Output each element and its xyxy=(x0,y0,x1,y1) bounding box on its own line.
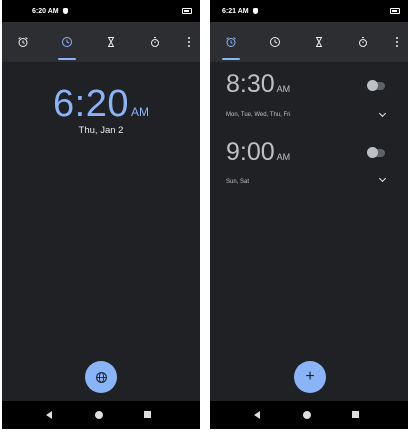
shield-icon xyxy=(252,8,258,14)
tab-bar xyxy=(210,22,408,62)
tab-bar xyxy=(2,22,200,62)
status-bar: 6:21 AM xyxy=(210,0,408,22)
recents-icon[interactable] xyxy=(144,411,151,418)
alarm-days: Mon, Tue, Wed, Thu, Fri xyxy=(226,112,291,118)
timer-icon xyxy=(316,37,322,47)
navigation-bar xyxy=(2,401,200,429)
tab-indicator xyxy=(58,58,76,60)
add-alarm-button[interactable]: + xyxy=(294,361,326,393)
timer-icon xyxy=(108,37,114,47)
shield-icon xyxy=(62,8,68,14)
alarm-days: Sun, Sat xyxy=(226,179,250,185)
clock-icon xyxy=(62,37,72,47)
tab-stopwatch[interactable] xyxy=(348,22,378,62)
home-icon[interactable] xyxy=(95,411,103,419)
chevron-down-icon[interactable] xyxy=(378,109,387,118)
toggle-knob xyxy=(367,147,378,158)
alarm-icon xyxy=(226,37,236,47)
alarm-toggle[interactable] xyxy=(367,80,385,91)
tab-timer[interactable] xyxy=(304,22,334,62)
navigation-bar xyxy=(210,401,408,429)
current-ampm: AM xyxy=(130,105,149,119)
home-icon[interactable] xyxy=(303,411,311,419)
clock-screen: 6:20 AM 6:20 AM Thu, Jan 2 xyxy=(2,0,200,429)
alarm-time: 9:00 AM xyxy=(226,138,290,167)
alarm-toggle[interactable] xyxy=(367,147,385,158)
alarm-ampm: AM xyxy=(276,152,291,162)
clock-icon xyxy=(270,37,280,47)
back-icon[interactable] xyxy=(46,411,52,419)
chevron-down-icon[interactable] xyxy=(378,174,387,183)
tab-alarm[interactable] xyxy=(8,22,38,62)
tab-clock[interactable] xyxy=(52,22,82,62)
status-time: 6:20 AM xyxy=(32,7,59,15)
alarm-time-value: 9:00 xyxy=(226,138,275,166)
alarm-time: 8:30 AM xyxy=(226,70,290,99)
toggle-knob xyxy=(367,80,378,91)
tab-stopwatch[interactable] xyxy=(140,22,170,62)
current-time: 6:20 xyxy=(53,83,129,125)
battery-icon xyxy=(390,8,400,14)
current-date: Thu, Jan 2 xyxy=(78,125,124,136)
back-icon[interactable] xyxy=(254,411,260,419)
tab-timer[interactable] xyxy=(96,22,126,62)
tab-alarm[interactable] xyxy=(216,22,246,62)
globe-icon xyxy=(95,371,107,383)
add-icon: + xyxy=(305,368,315,385)
more-vert-icon[interactable] xyxy=(390,22,404,62)
more-vert-icon[interactable] xyxy=(182,22,196,62)
alarm-time-value: 8:30 xyxy=(226,70,275,98)
recents-icon[interactable] xyxy=(352,411,359,418)
world-clock-button[interactable] xyxy=(85,361,117,393)
alarm-ampm: AM xyxy=(276,84,291,94)
status-bar: 6:20 AM xyxy=(2,0,200,22)
battery-icon xyxy=(182,8,192,14)
tab-indicator xyxy=(222,58,240,60)
stopwatch-icon xyxy=(359,37,367,47)
clock-display: 6:20 AM xyxy=(2,83,200,126)
status-time: 6:21 AM xyxy=(222,7,249,15)
tab-clock[interactable] xyxy=(260,22,290,62)
stopwatch-icon xyxy=(151,37,159,47)
alarm-icon xyxy=(18,37,28,47)
alarm-screen: 6:21 AM 8:30 AM Mon, Tue, Wed, Thu, Fri 9… xyxy=(210,0,408,429)
